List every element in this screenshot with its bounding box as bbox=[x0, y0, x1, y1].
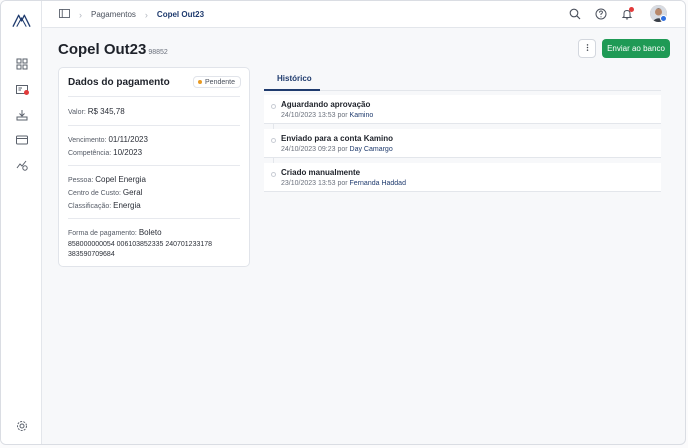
history-item-date: 24/10/2023 13:53 bbox=[281, 112, 336, 119]
history-item-title: Aguardando aprovação bbox=[281, 100, 371, 109]
forma-value: Boleto bbox=[138, 228, 162, 237]
classificacao-label: Classificação: bbox=[68, 203, 112, 210]
bell-icon[interactable] bbox=[621, 7, 634, 20]
page-title: Copel Out23 98852 bbox=[58, 41, 168, 58]
history-item: Aguardando aprovação 24/10/2023 13:53 po… bbox=[264, 95, 661, 124]
breadcrumb-pagamentos[interactable]: Pagamentos bbox=[91, 10, 136, 19]
pessoa-value: Copel Energia bbox=[95, 175, 146, 184]
centro-row: Centro de Custo: Geral bbox=[68, 188, 142, 197]
card-icon[interactable] bbox=[15, 133, 28, 146]
vencimento-value: 01/11/2023 bbox=[108, 135, 148, 144]
send-to-bank-button[interactable]: Enviar ao banco bbox=[602, 39, 670, 58]
dashboard-icon[interactable] bbox=[15, 57, 28, 70]
pessoa-label: Pessoa: bbox=[68, 177, 94, 184]
timeline-dot-icon bbox=[271, 172, 276, 177]
tabs-divider bbox=[264, 90, 661, 91]
forma-row: Forma de pagamento: Boleto bbox=[68, 228, 162, 237]
status-badge: Pendente bbox=[193, 76, 241, 88]
layout-icon[interactable] bbox=[59, 9, 70, 20]
payables-icon[interactable] bbox=[15, 83, 29, 96]
tab-historico[interactable]: Histórico bbox=[277, 74, 312, 83]
history-item: Criado manualmente 23/10/2023 13:53 por … bbox=[264, 163, 661, 192]
history-item-user[interactable]: Day Camargo bbox=[350, 146, 393, 153]
valor-row: Valor: R$ 345,78 bbox=[68, 107, 125, 116]
classificacao-value: Energia bbox=[113, 201, 141, 210]
breadcrumb-current: Copel Out23 bbox=[156, 10, 205, 19]
history-item-user[interactable]: Fernanda Haddad bbox=[350, 180, 406, 187]
vencimento-label: Vencimento: bbox=[68, 137, 107, 144]
history-item-by: por bbox=[337, 180, 348, 187]
pending-dot-icon bbox=[198, 80, 203, 84]
valor-value: R$ 345,78 bbox=[87, 107, 125, 116]
pessoa-row: Pessoa: Copel Energia bbox=[68, 175, 146, 184]
vencimento-row: Vencimento: 01/11/2023 bbox=[68, 135, 148, 144]
more-options-button[interactable] bbox=[578, 39, 596, 58]
divider bbox=[68, 125, 240, 126]
page-title-text: Copel Out23 bbox=[58, 41, 147, 58]
settings-icon[interactable] bbox=[15, 419, 28, 432]
page-code: 98852 bbox=[148, 49, 168, 56]
classificacao-row: Classificação: Energia bbox=[68, 201, 141, 210]
logo-icon[interactable] bbox=[12, 12, 31, 28]
competencia-value: 10/2023 bbox=[113, 148, 143, 157]
history-item-user[interactable]: Kamino bbox=[350, 112, 374, 119]
history-item-by: por bbox=[337, 112, 348, 119]
divider bbox=[68, 96, 240, 97]
history-item-date: 23/10/2023 13:53 bbox=[281, 180, 336, 187]
status-badge-label: Pendente bbox=[205, 78, 235, 86]
centro-value: Geral bbox=[122, 188, 143, 197]
forma-label: Forma de pagamento: bbox=[68, 230, 137, 237]
timeline-dot-icon bbox=[271, 138, 276, 143]
valor-label: Valor: bbox=[68, 109, 86, 116]
app-window: › Pagamentos › Copel Out23 Copel Out23 98… bbox=[0, 0, 686, 445]
avatar-status-badge bbox=[660, 15, 667, 22]
competencia-row: Competência: 10/2023 bbox=[68, 148, 142, 157]
competencia-label: Competência: bbox=[68, 150, 112, 157]
receivables-icon[interactable] bbox=[15, 108, 28, 121]
history-item-meta: 24/10/2023 09:23 por Day Camargo bbox=[281, 146, 393, 153]
divider bbox=[68, 165, 240, 166]
history-item-date: 24/10/2023 09:23 bbox=[281, 146, 336, 153]
payment-details-card: Dados do pagamento Pendente Valor: R$ 34… bbox=[58, 67, 250, 267]
more-vertical-icon bbox=[586, 43, 589, 54]
centro-label: Centro de Custo: bbox=[68, 190, 121, 197]
divider bbox=[68, 218, 240, 219]
search-icon[interactable] bbox=[569, 8, 581, 20]
history-item-meta: 24/10/2023 13:53 por Kamino bbox=[281, 112, 373, 119]
timeline-dot-icon bbox=[271, 104, 276, 109]
history-item: Enviado para a conta Kamino 24/10/2023 0… bbox=[264, 129, 661, 158]
notification-dot bbox=[24, 90, 29, 95]
sidebar bbox=[1, 1, 42, 444]
investments-icon[interactable] bbox=[15, 158, 28, 171]
card-title: Dados do pagamento bbox=[68, 77, 170, 88]
history-item-meta: 23/10/2023 13:53 por Fernanda Haddad bbox=[281, 180, 406, 187]
breadcrumb: › Pagamentos › Copel Out23 bbox=[59, 9, 204, 20]
tab-active-indicator bbox=[264, 89, 320, 91]
chevron-right-icon: › bbox=[144, 9, 148, 20]
chevron-right-icon: › bbox=[79, 9, 82, 20]
history-item-by: por bbox=[337, 146, 348, 153]
notification-dot bbox=[629, 7, 634, 12]
barcode-text: 858000000054 006103852335 240701233178 3… bbox=[68, 241, 213, 258]
help-icon[interactable] bbox=[595, 8, 607, 20]
history-item-title: Enviado para a conta Kamino bbox=[281, 134, 394, 143]
topbar: › Pagamentos › Copel Out23 bbox=[42, 1, 685, 28]
history-item-title: Criado manualmente bbox=[281, 168, 361, 177]
